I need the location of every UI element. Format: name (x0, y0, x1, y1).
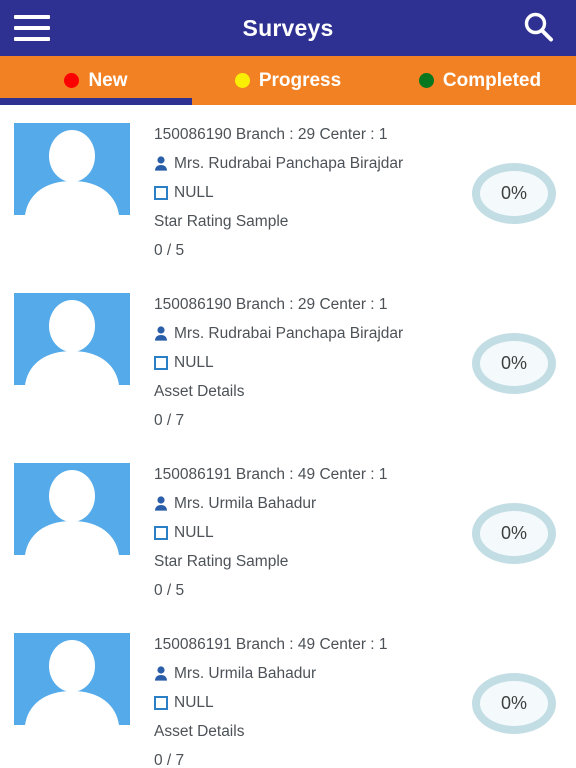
tab-completed-label: Completed (442, 69, 542, 91)
survey-client-name: Mrs. Rudrabai Panchapa Birajdar (174, 155, 404, 172)
tab-bar: New Progress Completed (0, 56, 576, 105)
survey-name: Star Rating Sample (154, 213, 289, 230)
checkbox-icon (154, 525, 168, 540)
survey-id-line: 150086191 Branch : 49 Center : 1 (154, 466, 388, 483)
surveys-screen: Surveys New Progress Completed 150086190… (0, 0, 576, 768)
survey-question-count: 0 / 7 (154, 412, 185, 429)
progress-badge[interactable]: 0% (472, 163, 556, 224)
person-icon (154, 496, 168, 511)
survey-client-row: Mrs. Urmila Bahadur (154, 659, 472, 688)
progress-percent-label: 0% (500, 183, 527, 203)
progress-percent-label: 0% (500, 353, 527, 373)
status-dot-new (64, 73, 80, 88)
user-avatar-placeholder (14, 123, 130, 215)
survey-name: Asset Details (154, 723, 245, 740)
status-dot-completed (418, 73, 434, 88)
progress-percent-label: 0% (500, 693, 527, 713)
table-row[interactable]: 150086190 Branch : 29 Center : 1 Mrs. Ru… (0, 287, 576, 457)
hamburger-bar (14, 26, 50, 30)
survey-list: 150086190 Branch : 29 Center : 1 Mrs. Ru… (0, 105, 576, 768)
table-row[interactable]: 150086190 Branch : 29 Center : 1 Mrs. Ru… (0, 117, 576, 287)
person-icon (154, 666, 168, 681)
person-icon (154, 156, 168, 171)
hamburger-bar (14, 37, 50, 41)
survey-id-line: 150086190 Branch : 29 Center : 1 (154, 296, 388, 313)
person-icon (154, 326, 168, 341)
survey-question-count: 0 / 5 (154, 242, 185, 259)
page-title: Surveys (242, 15, 334, 41)
active-tab-indicator (0, 98, 192, 105)
progress-percent-label: 0% (500, 523, 527, 543)
survey-details: 150086191 Branch : 49 Center : 1 Mrs. Ur… (154, 630, 472, 768)
survey-group-row: NULL (154, 178, 472, 207)
progress-badge[interactable]: 0% (472, 503, 556, 564)
survey-group-label: NULL (174, 694, 214, 711)
checkbox-icon (154, 695, 168, 710)
user-avatar-placeholder (14, 463, 130, 555)
survey-question-count: 0 / 5 (154, 582, 185, 599)
survey-client-row: Mrs. Urmila Bahadur (154, 489, 472, 518)
app-header: Surveys (0, 0, 576, 56)
survey-name: Asset Details (154, 383, 245, 400)
survey-group-row: NULL (154, 688, 472, 717)
tab-progress[interactable]: Progress (192, 56, 384, 105)
hamburger-menu-icon[interactable] (14, 15, 50, 41)
user-avatar-placeholder (14, 633, 130, 725)
survey-group-label: NULL (174, 354, 214, 371)
tab-progress-label: Progress (258, 69, 342, 91)
survey-group-label: NULL (174, 524, 214, 541)
table-row[interactable]: 150086191 Branch : 49 Center : 1 Mrs. Ur… (0, 627, 576, 768)
survey-id-line: 150086191 Branch : 49 Center : 1 (154, 636, 388, 653)
progress-badge[interactable]: 0% (472, 333, 556, 394)
tab-new-label: New (88, 69, 128, 91)
survey-details: 150086190 Branch : 29 Center : 1 Mrs. Ru… (154, 120, 472, 265)
progress-badge[interactable]: 0% (472, 673, 556, 734)
survey-client-name: Mrs. Urmila Bahadur (174, 665, 317, 682)
search-icon[interactable] (520, 9, 558, 47)
checkbox-icon (154, 355, 168, 370)
survey-id-line: 150086190 Branch : 29 Center : 1 (154, 126, 388, 143)
survey-client-name: Mrs. Urmila Bahadur (174, 495, 317, 512)
status-dot-progress (234, 73, 250, 88)
survey-group-row: NULL (154, 348, 472, 377)
hamburger-bar (14, 15, 50, 19)
tab-completed[interactable]: Completed (384, 56, 576, 105)
table-row[interactable]: 150086191 Branch : 49 Center : 1 Mrs. Ur… (0, 457, 576, 627)
survey-details: 150086191 Branch : 49 Center : 1 Mrs. Ur… (154, 460, 472, 605)
survey-group-label: NULL (174, 184, 214, 201)
survey-client-name: Mrs. Rudrabai Panchapa Birajdar (174, 325, 404, 342)
survey-client-row: Mrs. Rudrabai Panchapa Birajdar (154, 319, 472, 348)
survey-details: 150086190 Branch : 29 Center : 1 Mrs. Ru… (154, 290, 472, 435)
survey-group-row: NULL (154, 518, 472, 547)
survey-client-row: Mrs. Rudrabai Panchapa Birajdar (154, 149, 472, 178)
checkbox-icon (154, 185, 168, 200)
survey-name: Star Rating Sample (154, 553, 289, 570)
user-avatar-placeholder (14, 293, 130, 385)
survey-question-count: 0 / 7 (154, 752, 185, 768)
